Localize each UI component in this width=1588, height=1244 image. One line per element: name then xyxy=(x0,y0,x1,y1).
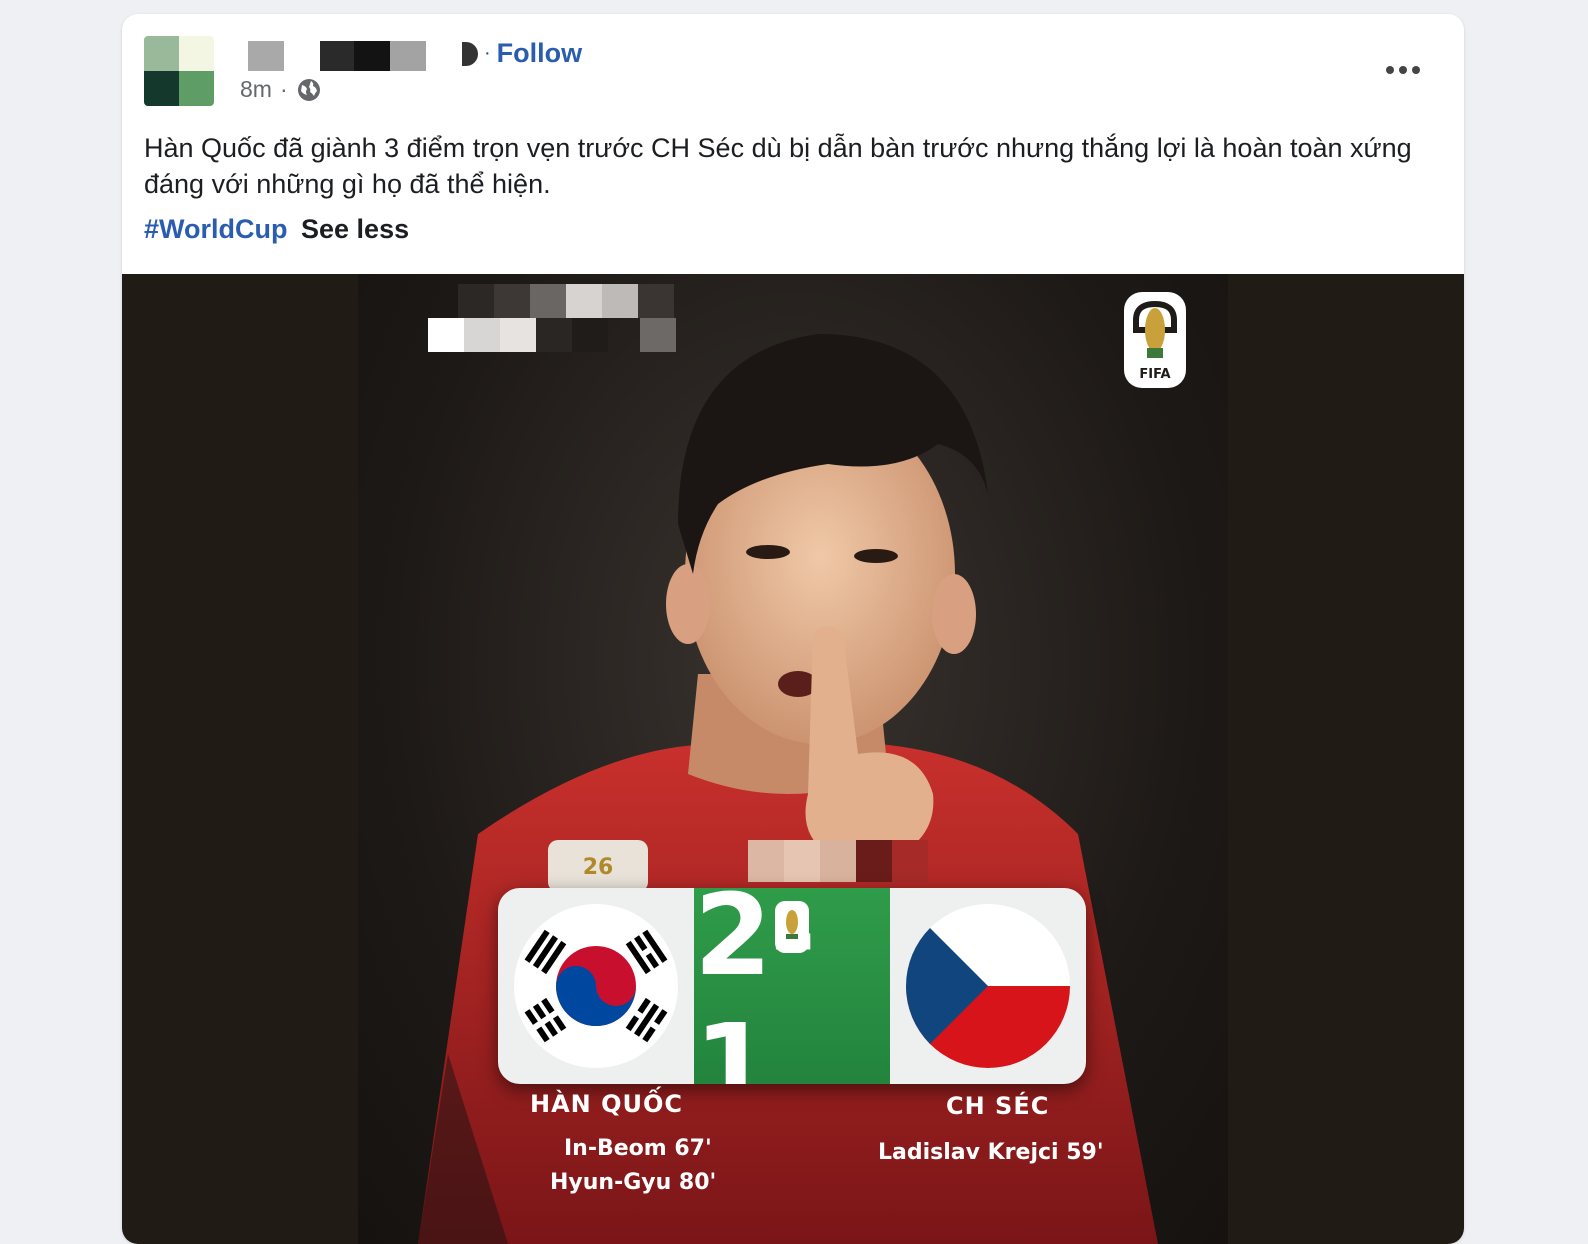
south-korea-flag-icon xyxy=(514,904,678,1068)
meta-separator: · xyxy=(279,76,288,102)
home-scorer-1: In-Beom 67' xyxy=(564,1136,712,1161)
separator-dot: · xyxy=(484,42,491,64)
away-team-name: CH SÉC xyxy=(946,1092,1050,1120)
hashtag-link[interactable]: #WorldCup xyxy=(144,214,288,244)
scoreboard: 2-1 xyxy=(498,888,1086,1084)
match-graphic: 26 FIFA 2-1 HÀN QUỐC CH SÉC In-Beom 67' … xyxy=(358,274,1228,1244)
fifa-small-logo xyxy=(774,900,810,959)
fifa-logo: FIFA xyxy=(1122,290,1188,395)
see-less-button[interactable]: See less xyxy=(301,214,409,244)
score-panel: 2-1 xyxy=(694,888,890,1084)
post-meta: 8m · xyxy=(240,76,322,103)
czech-flag-icon xyxy=(906,904,1070,1068)
post-timestamp[interactable]: 8m xyxy=(240,76,272,103)
author-avatar[interactable] xyxy=(144,36,214,106)
globe-icon[interactable] xyxy=(296,77,322,103)
redacted-fragment xyxy=(462,41,478,66)
post-image[interactable]: 26 FIFA 2-1 HÀN QUỐC CH SÉC In-Beom 67' … xyxy=(122,274,1464,1244)
post-tags: #WorldCup See less xyxy=(144,214,409,245)
post-card: · Follow 8m · Hàn Quốc đã giành 3 điểm t… xyxy=(122,14,1464,1244)
svg-text:26: 26 xyxy=(583,855,614,880)
follow-area: · Follow xyxy=(462,38,582,69)
follow-button[interactable]: Follow xyxy=(497,38,582,69)
more-options-icon[interactable] xyxy=(1386,58,1422,82)
author-name-redacted[interactable] xyxy=(248,39,426,73)
post-caption: Hàn Quốc đã giành 3 điểm trọn vẹn trước … xyxy=(144,133,1412,199)
home-scorer-2: Hyun-Gyu 80' xyxy=(550,1170,717,1195)
away-flag-box xyxy=(890,888,1086,1084)
away-scorer-1: Ladislav Krejci 59' xyxy=(878,1140,1104,1165)
home-flag-box xyxy=(498,888,694,1084)
fifa-label: FIFA xyxy=(1139,367,1170,382)
player-photo: 26 xyxy=(418,334,1158,1244)
home-team-name: HÀN QUỐC xyxy=(530,1090,684,1118)
